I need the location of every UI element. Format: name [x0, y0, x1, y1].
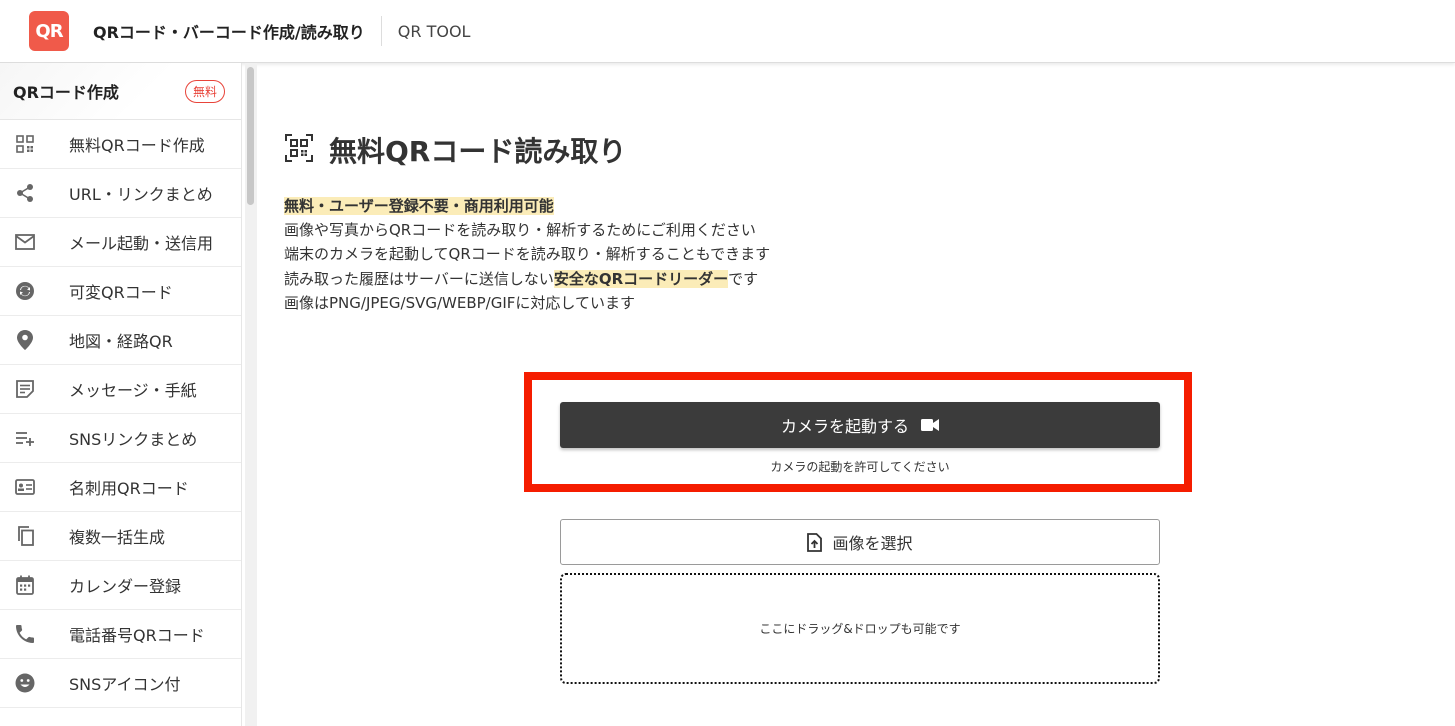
sidebar-scrollbar-thumb[interactable] — [247, 67, 254, 205]
file-upload-icon — [807, 532, 823, 552]
sidebar-scrollbar[interactable] — [245, 63, 257, 726]
phone-icon — [13, 622, 37, 646]
map-pin-icon — [13, 328, 37, 352]
sidebar-item-label: SNSアイコン付 — [69, 675, 181, 694]
playlist-add-icon — [13, 426, 37, 450]
header-subtitle[interactable]: QR TOOL — [398, 22, 471, 41]
sidebar: QRコード作成 無料 無料QRコード作成 URL・リンクまとめ メール起動・送信… — [0, 63, 242, 726]
sidebar-item-label: 名刺用QRコード — [69, 479, 189, 498]
copy-icon — [13, 524, 37, 548]
sidebar-item-label: 電話番号QRコード — [69, 626, 205, 645]
description-line: 画像はPNG/JPEG/SVG/WEBP/GIFに対応しています — [284, 293, 635, 312]
qr-scan-icon — [285, 134, 313, 166]
qr-grid-icon — [13, 132, 37, 156]
share-icon — [13, 181, 37, 205]
sidebar-item-label: URL・リンクまとめ — [69, 185, 213, 204]
sidebar-item-dynamic-qr[interactable]: 可変QRコード — [0, 267, 241, 316]
id-card-icon — [13, 475, 37, 499]
sidebar-item-business-card[interactable]: 名刺用QRコード — [0, 463, 241, 512]
sidebar-item-label: 複数一括生成 — [69, 528, 166, 547]
sync-icon — [13, 279, 37, 303]
sidebar-item-phone[interactable]: 電話番号QRコード — [0, 610, 241, 659]
camera-permission-note: カメラの起動を許可してください — [770, 460, 950, 474]
site-title[interactable]: QRコード・バーコード作成/読み取り — [93, 19, 365, 43]
description-line: 端末のカメラを起動してQRコードを読み取り・解析することもできます — [284, 245, 771, 264]
mail-icon — [13, 230, 37, 254]
page-title-row: 無料QRコード読み取り — [285, 130, 626, 170]
safety-highlight: 安全なQRコードリーダー — [553, 269, 729, 288]
sidebar-item-label: 可変QRコード — [69, 283, 173, 302]
sidebar-item-label: SNSリンクまとめ — [69, 430, 198, 449]
header-divider — [380, 16, 382, 46]
sidebar-item-mail[interactable]: メール起動・送信用 — [0, 218, 241, 267]
drop-zone[interactable]: ここにドラッグ&ドロップも可能です — [560, 573, 1160, 684]
feature-highlight: 無料・ユーザー登録不要・商用利用可能 — [284, 197, 554, 215]
select-image-button[interactable]: 画像を選択 — [560, 519, 1160, 565]
drop-zone-text: ここにドラッグ&ドロップも可能です — [759, 622, 961, 636]
sidebar-item-sns-icon[interactable]: SNSアイコン付 — [0, 659, 241, 708]
sidebar-item-bulk[interactable]: 複数一括生成 — [0, 512, 241, 561]
app-header: QR QRコード・バーコード作成/読み取り QR TOOL — [0, 0, 1455, 63]
video-camera-icon — [921, 419, 939, 431]
page-title: 無料QRコード読み取り — [329, 135, 627, 168]
sidebar-item-sns-links[interactable]: SNSリンクまとめ — [0, 414, 241, 463]
sidebar-item-calendar[interactable]: カレンダー登録 — [0, 561, 241, 610]
note-icon — [13, 377, 37, 401]
select-image-label: 画像を選択 — [832, 534, 913, 553]
sidebar-heading: QRコード作成 無料 — [0, 63, 241, 120]
sidebar-item-label: カレンダー登録 — [69, 577, 182, 596]
calendar-icon — [13, 573, 37, 597]
description-line: 読み取った履歴はサーバーに送信しない安全なQRコードリーダーです — [284, 269, 759, 288]
sidebar-item-label: 無料QRコード作成 — [69, 136, 205, 155]
start-camera-label: カメラを起動する — [780, 417, 909, 436]
main-content: 無料QRコード読み取り 無料・ユーザー登録不要・商用利用可能 画像や写真からQR… — [258, 63, 1455, 726]
sidebar-heading-title: QRコード作成 — [13, 83, 119, 102]
free-badge: 無料 — [184, 79, 225, 103]
sidebar-item-map[interactable]: 地図・経路QR — [0, 316, 241, 365]
sidebar-item-label: メール起動・送信用 — [69, 234, 214, 253]
description: 無料・ユーザー登録不要・商用利用可能 画像や写真からQRコードを読み取り・解析す… — [284, 194, 770, 315]
smiley-icon — [13, 671, 37, 695]
description-line: 画像や写真からQRコードを読み取り・解析するためにご利用ください — [284, 221, 756, 240]
sidebar-item-free-qr[interactable]: 無料QRコード作成 — [0, 120, 241, 169]
site-logo[interactable]: QR — [29, 11, 69, 51]
sidebar-item-message[interactable]: メッセージ・手紙 — [0, 365, 241, 414]
sidebar-item-label: 地図・経路QR — [69, 332, 173, 351]
sidebar-item-label: メッセージ・手紙 — [69, 381, 197, 400]
sidebar-item-url-links[interactable]: URL・リンクまとめ — [0, 169, 241, 218]
start-camera-button[interactable]: カメラを起動する — [560, 402, 1160, 448]
